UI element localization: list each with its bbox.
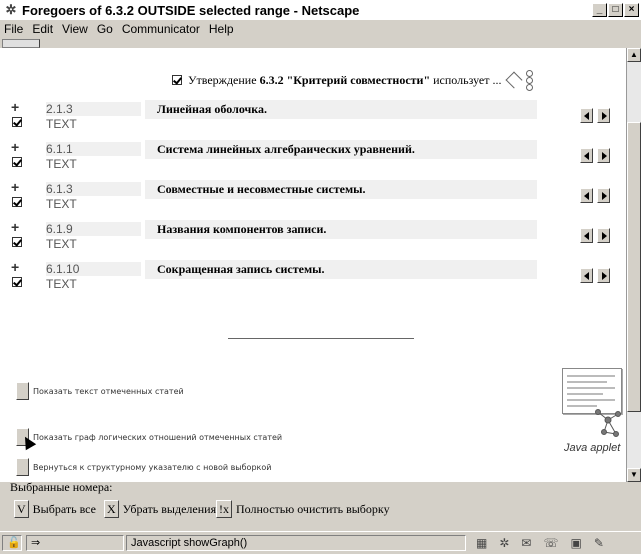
netscape-icon: ✲ bbox=[5, 2, 17, 17]
expand-icon[interactable]: + bbox=[11, 260, 21, 274]
show-graph-action: Показать граф логических отношений отмеч… bbox=[16, 428, 282, 446]
prev-arrow-icon[interactable] bbox=[580, 148, 593, 163]
item-title[interactable]: Система линейных алгебраических уравнени… bbox=[145, 140, 537, 159]
list-item: + 6.1.10 TEXT Сокращенная запись системы… bbox=[0, 260, 626, 300]
vertical-scrollbar[interactable]: ▲ ▼ bbox=[626, 48, 641, 482]
expand-icon[interactable]: + bbox=[11, 180, 21, 194]
item-title[interactable]: Названия компонентов записи. bbox=[145, 220, 537, 239]
minimize-button[interactable]: _ bbox=[592, 3, 607, 17]
window-title: Foregoers of 6.3.2 OUTSIDE selected rang… bbox=[22, 2, 360, 18]
item-kind: TEXT bbox=[46, 277, 77, 291]
toolbar-grip[interactable] bbox=[2, 39, 40, 48]
select-all-label: Выбрать все bbox=[32, 501, 96, 516]
show-graph-label: Показать граф логических отношений отмеч… bbox=[33, 432, 283, 442]
item-code: 6.1.9 bbox=[46, 222, 141, 236]
scroll-down-icon[interactable]: ▼ bbox=[627, 468, 641, 482]
navigator-icon[interactable]: ✲ bbox=[499, 536, 509, 550]
scroll-up-icon[interactable]: ▲ bbox=[627, 48, 641, 62]
menu-bar: File Edit View Go Communicator Help bbox=[0, 20, 641, 38]
list-item: + 2.1.3 TEXT Линейная оболочка. bbox=[0, 100, 626, 140]
item-kind: TEXT bbox=[46, 157, 77, 171]
menu-help[interactable]: Help bbox=[209, 22, 234, 36]
back-to-index-label: Вернуться к структурному указателю с нов… bbox=[33, 462, 272, 472]
address-book-icon[interactable]: ▣ bbox=[570, 536, 581, 550]
close-button[interactable]: × bbox=[624, 3, 639, 17]
molecule-graph-icon bbox=[595, 409, 621, 437]
menu-go[interactable]: Go bbox=[97, 22, 113, 36]
menu-view[interactable]: View bbox=[62, 22, 88, 36]
item-title[interactable]: Совместные и несовместные системы. bbox=[145, 180, 537, 199]
list-item: + 6.1.1 TEXT Система линейных алгебраиче… bbox=[0, 140, 626, 180]
selected-numbers-label: Выбранные номера: bbox=[10, 480, 113, 494]
item-code: 6.1.10 bbox=[46, 262, 141, 276]
title-bar: ✲ Foregoers of 6.3.2 OUTSIDE selected ra… bbox=[0, 0, 641, 20]
clear-selection-label: Полностью очистить выборку bbox=[236, 501, 390, 516]
next-arrow-icon[interactable] bbox=[597, 188, 610, 203]
menu-edit[interactable]: Edit bbox=[32, 22, 53, 36]
show-text-label: Показать текст отмеченных статей bbox=[33, 386, 184, 396]
statement-suffix: использует ... bbox=[433, 72, 502, 87]
maximize-button[interactable]: □ bbox=[608, 3, 623, 17]
row-checkbox[interactable] bbox=[12, 157, 22, 167]
select-all-key: V bbox=[14, 500, 29, 518]
item-kind: TEXT bbox=[46, 197, 77, 211]
show-text-button[interactable] bbox=[16, 382, 29, 400]
statement-header: Утверждение 6.3.2 "Критерий совместности… bbox=[172, 70, 538, 91]
page-content: Утверждение 6.3.2 "Критерий совместности… bbox=[0, 48, 626, 482]
deselect-key: X bbox=[104, 500, 119, 518]
graph-tree-icon[interactable] bbox=[505, 70, 538, 91]
row-checkbox[interactable] bbox=[12, 277, 22, 287]
expand-icon[interactable]: + bbox=[11, 220, 21, 234]
item-title[interactable]: Линейная оболочка. bbox=[145, 100, 537, 119]
clear-selection-button[interactable]: !x Полностью очистить выборку bbox=[216, 500, 390, 518]
progress-indicator: ⇒ bbox=[26, 535, 124, 551]
status-text: Javascript showGraph() bbox=[126, 535, 466, 551]
status-bar: 🔓 ⇒ Javascript showGraph() ▦ ✲ ✉ ☏ ▣ ✎ bbox=[0, 531, 641, 554]
java-applet-label: Java applet bbox=[564, 442, 621, 454]
item-code: 6.1.1 bbox=[46, 142, 141, 156]
item-code: 6.1.3 bbox=[46, 182, 141, 196]
newsgroup-icon[interactable]: ☏ bbox=[543, 536, 558, 550]
next-arrow-icon[interactable] bbox=[597, 268, 610, 283]
next-arrow-icon[interactable] bbox=[597, 148, 610, 163]
statement-checkbox[interactable] bbox=[172, 75, 182, 85]
next-arrow-icon[interactable] bbox=[597, 108, 610, 123]
menu-file[interactable]: File bbox=[4, 22, 23, 36]
browser-window: ✲ Foregoers of 6.3.2 OUTSIDE selected ra… bbox=[0, 0, 641, 554]
item-kind: TEXT bbox=[46, 237, 77, 251]
show-text-action: Показать текст отмеченных статей bbox=[16, 382, 184, 400]
statement-title: 6.3.2 "Критерий совместности" bbox=[259, 72, 431, 87]
prev-arrow-icon[interactable] bbox=[580, 268, 593, 283]
item-kind: TEXT bbox=[46, 117, 77, 131]
back-to-index-action: Вернуться к структурному указателю с нов… bbox=[16, 458, 271, 476]
component-bar-icon[interactable]: ▦ bbox=[476, 536, 487, 550]
prev-arrow-icon[interactable] bbox=[580, 108, 593, 123]
menu-communicator[interactable]: Communicator bbox=[122, 22, 200, 36]
prev-arrow-icon[interactable] bbox=[580, 228, 593, 243]
composer-icon[interactable]: ✎ bbox=[594, 536, 604, 550]
scroll-thumb[interactable] bbox=[627, 122, 641, 412]
deselect-label: Убрать выделения bbox=[122, 501, 217, 516]
security-lock-icon[interactable]: 🔓 bbox=[2, 535, 22, 551]
row-checkbox[interactable] bbox=[12, 237, 22, 247]
statement-prefix: Утверждение bbox=[188, 72, 257, 87]
row-checkbox[interactable] bbox=[12, 197, 22, 207]
next-arrow-icon[interactable] bbox=[597, 228, 610, 243]
divider bbox=[228, 338, 414, 339]
back-to-index-button[interactable] bbox=[16, 458, 29, 476]
row-checkbox[interactable] bbox=[12, 117, 22, 127]
prev-arrow-icon[interactable] bbox=[580, 188, 593, 203]
expand-icon[interactable]: + bbox=[11, 100, 21, 114]
mail-icon[interactable]: ✉ bbox=[521, 536, 531, 550]
item-code: 2.1.3 bbox=[46, 102, 141, 116]
deselect-button[interactable]: X Убрать выделения bbox=[104, 500, 216, 518]
select-all-button[interactable]: V Выбрать все bbox=[14, 500, 96, 518]
list-item: + 6.1.3 TEXT Совместные и несовместные с… bbox=[0, 180, 626, 220]
list-item: + 6.1.9 TEXT Названия компонентов записи… bbox=[0, 220, 626, 260]
java-applet[interactable]: Java applet bbox=[560, 368, 626, 458]
selection-toolbar: Выбранные номера: V Выбрать все X Убрать… bbox=[0, 480, 641, 528]
expand-icon[interactable]: + bbox=[11, 140, 21, 154]
item-title[interactable]: Сокращенная запись системы. bbox=[145, 260, 537, 279]
clear-selection-key: !x bbox=[216, 500, 232, 518]
